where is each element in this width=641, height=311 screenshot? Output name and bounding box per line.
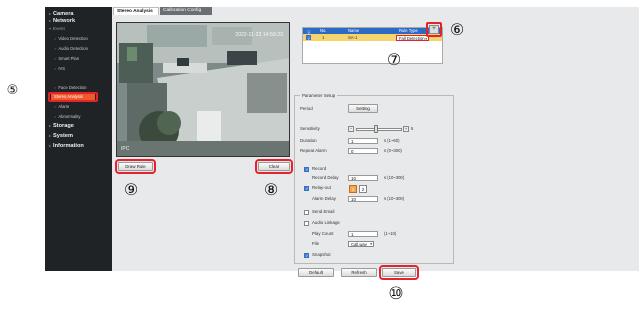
add-button-highlight <box>426 22 442 37</box>
duration-unit: s (1~60) <box>384 138 400 143</box>
sidebar-highlight <box>48 92 98 102</box>
alarm-delay-input[interactable]: 10 <box>348 196 378 202</box>
rule-type-select[interactable]: Fall Detection ▾ <box>396 34 429 41</box>
play-count-label: Play Count <box>312 231 334 236</box>
tab-stereo-analysis[interactable]: Stereo Analysis <box>113 7 159 15</box>
callout-5: ⑤ <box>6 83 19 98</box>
snapshot-checkbox[interactable]: ✓ <box>304 253 309 258</box>
record-label: Record <box>312 166 327 171</box>
record-delay-input[interactable]: 10 <box>348 175 378 181</box>
snapshot-label: Snapshot <box>312 252 331 257</box>
sensitivity-slider-handle[interactable] <box>374 125 378 133</box>
row-checkbox[interactable]: ✓ <box>306 35 311 41</box>
office-scene-image <box>117 23 289 156</box>
repeat-alarm-input[interactable]: 0 <box>348 148 378 154</box>
duration-label: Duration <box>300 138 317 143</box>
save-button[interactable]: Save <box>379 265 419 280</box>
repeat-alarm-unit: s (0~300) <box>384 148 402 153</box>
video-preview[interactable]: 2022-11-23 14:59:23 IPC <box>116 22 290 157</box>
sidebar-item-storage[interactable]: ▸ Storage <box>49 123 74 129</box>
callout-10: ⑩ <box>388 284 404 304</box>
sidebar-item-abnormality[interactable]: > Abnormality <box>54 114 80 120</box>
relay-out-checkbox[interactable]: ✓ <box>304 186 309 191</box>
sidebar-item-audio-detection[interactable]: > Audio Detection <box>54 46 88 52</box>
sidebar-item-video-detection[interactable]: > Video Detection <box>54 36 88 42</box>
sidebar-item-alarm[interactable]: > Alarm <box>54 104 69 110</box>
row-no: 1 <box>322 35 325 40</box>
duration-input[interactable]: 1 <box>348 138 378 144</box>
callout-7: ⑦ <box>386 50 402 69</box>
alarm-delay-label: Alarm Delay <box>312 196 336 201</box>
sidebar-item-camera[interactable]: ▸ Camera <box>49 11 74 17</box>
callout-8: ⑧ <box>263 180 279 199</box>
sensitivity-decrease-button[interactable]: − <box>348 126 354 132</box>
table-row[interactable]: ✓ 1 SA-1 Fall Detection ▾ ✕ <box>303 34 442 41</box>
relay-out-label: Relay-out <box>312 185 331 190</box>
refresh-button[interactable]: Refresh <box>341 268 377 277</box>
sidebar-item-face-detection[interactable]: > Face Detection <box>54 85 87 91</box>
clear-button[interactable]: Clear <box>255 159 293 174</box>
select-all-checkbox[interactable]: ✓ <box>306 28 311 35</box>
file-select[interactable]: Call.wav ▾ <box>348 241 374 247</box>
play-count-input[interactable]: 1 <box>348 231 378 237</box>
chevron-down-icon: ▾ <box>370 242 372 246</box>
sensitivity-value: 5 <box>411 126 414 131</box>
sensitivity-increase-button[interactable]: + <box>403 126 409 132</box>
record-checkbox[interactable]: ✓ <box>304 167 309 172</box>
sidebar-item-system[interactable]: ▸ System <box>49 133 73 139</box>
audio-linkage-checkbox[interactable] <box>304 221 309 226</box>
audio-linkage-label: Audio Linkage <box>312 220 340 225</box>
play-count-unit: (1~10) <box>384 231 397 236</box>
sidebar-item-network[interactable]: ▸ Network <box>49 18 75 24</box>
sidebar-item-information[interactable]: ▸ Information <box>49 143 84 149</box>
sidebar-item-ivs[interactable]: > IVS <box>54 66 65 72</box>
video-timestamp: 2022-11-23 14:59:23 <box>235 32 283 38</box>
sidebar-item-smart-plan[interactable]: > Smart Plan <box>54 56 79 62</box>
row-name: SA-1 <box>348 35 358 40</box>
callout-9: ⑨ <box>123 180 139 199</box>
callout-6: ⑥ <box>449 20 465 39</box>
camera-watermark: IPC <box>121 146 130 152</box>
alarm-delay-unit: s (10~300) <box>384 196 405 201</box>
default-button[interactable]: Default <box>298 268 334 277</box>
record-delay-label: Record Delay <box>312 175 339 180</box>
rule-table: ✓ No. Name Rule Type ✓ 1 SA-1 Fall Detec… <box>302 27 443 64</box>
sidebar-item-event[interactable]: ▾ Event <box>49 26 65 32</box>
send-email-checkbox[interactable] <box>304 210 309 215</box>
tab-calibration-config[interactable]: Calibration Config <box>160 7 212 15</box>
relay-out-option-2[interactable]: 2 <box>359 185 367 193</box>
period-label: Period <box>300 106 313 111</box>
repeat-alarm-label: Repeat Alarm <box>300 148 327 153</box>
draw-rule-button[interactable]: Draw Rule <box>115 159 156 174</box>
relay-out-option-1[interactable]: 1 <box>349 185 357 193</box>
sidebar: ▸ Camera ▸ Network ▾ Event > Video Detection… <box>45 7 112 271</box>
period-setting-button[interactable]: Setting <box>348 104 378 113</box>
sensitivity-slider[interactable] <box>356 128 402 131</box>
sensitivity-label: Sensitivity <box>300 126 320 131</box>
file-label: File <box>312 241 320 246</box>
parameter-setup-title: Parameter Setup <box>300 93 338 98</box>
send-email-label: Send Email <box>312 209 335 214</box>
record-delay-unit: s (10~300) <box>384 175 405 180</box>
